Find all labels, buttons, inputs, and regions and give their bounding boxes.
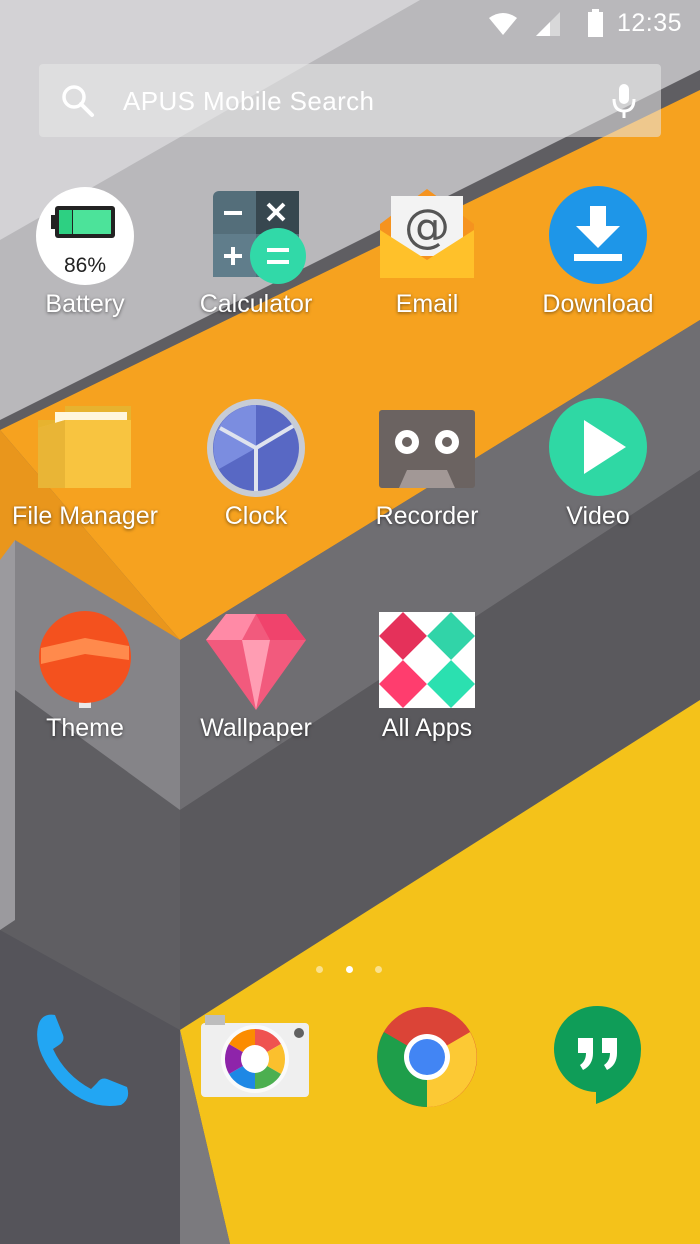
chrome-icon (377, 1007, 477, 1107)
app-label: All Apps (381, 714, 473, 742)
app-recorder[interactable]: Recorder (342, 398, 512, 578)
app-label: Video (566, 502, 630, 530)
search-bar[interactable]: APUS Mobile Search (39, 64, 661, 137)
dock-camera[interactable] (195, 1005, 315, 1115)
dock-hangouts[interactable] (538, 1000, 658, 1110)
page-dot[interactable] (316, 966, 323, 973)
search-icon[interactable] (61, 84, 95, 118)
battery-percent: 86% (63, 254, 107, 277)
app-email[interactable]: @ Email (342, 186, 512, 366)
clock-time: 12:35 (616, 9, 682, 37)
status-bar: 12:35 (0, 0, 700, 48)
phone-icon (37, 1014, 129, 1106)
app-download[interactable]: Download (513, 186, 683, 366)
calculator-icon (213, 191, 306, 284)
play-icon (549, 398, 647, 496)
diamond-icon (206, 614, 306, 710)
page-indicator[interactable] (314, 964, 386, 976)
app-wallpaper[interactable]: Wallpaper (171, 610, 341, 790)
clock-icon (207, 399, 305, 497)
app-label: Download (542, 290, 654, 318)
download-icon (549, 186, 647, 284)
cell-signal-icon (536, 12, 560, 36)
wifi-icon (489, 13, 517, 35)
app-clock[interactable]: Clock (171, 398, 341, 578)
app-battery[interactable]: 86% Battery (0, 186, 170, 366)
app-calculator[interactable]: Calculator (171, 186, 341, 366)
hangouts-icon (553, 1005, 641, 1104)
folder-icon (38, 406, 131, 488)
email-icon: @ (380, 189, 474, 278)
svg-text:@: @ (404, 199, 450, 253)
camera-icon (201, 1015, 309, 1097)
cassette-icon (379, 410, 475, 488)
lollipop-icon (39, 611, 131, 708)
app-file-manager[interactable]: File Manager (0, 398, 170, 578)
page-dot-current[interactable] (346, 966, 353, 973)
page-dot[interactable] (375, 966, 382, 973)
dock-phone[interactable] (25, 1005, 145, 1115)
app-theme[interactable]: Theme (0, 610, 170, 790)
all-apps-icon (379, 612, 475, 708)
app-video[interactable]: Video (513, 398, 683, 578)
search-input[interactable]: APUS Mobile Search (123, 86, 374, 117)
app-all-apps[interactable]: All Apps (342, 610, 512, 790)
dock-chrome[interactable] (367, 1002, 487, 1112)
microphone-icon[interactable] (611, 84, 637, 120)
battery-icon (588, 9, 603, 37)
